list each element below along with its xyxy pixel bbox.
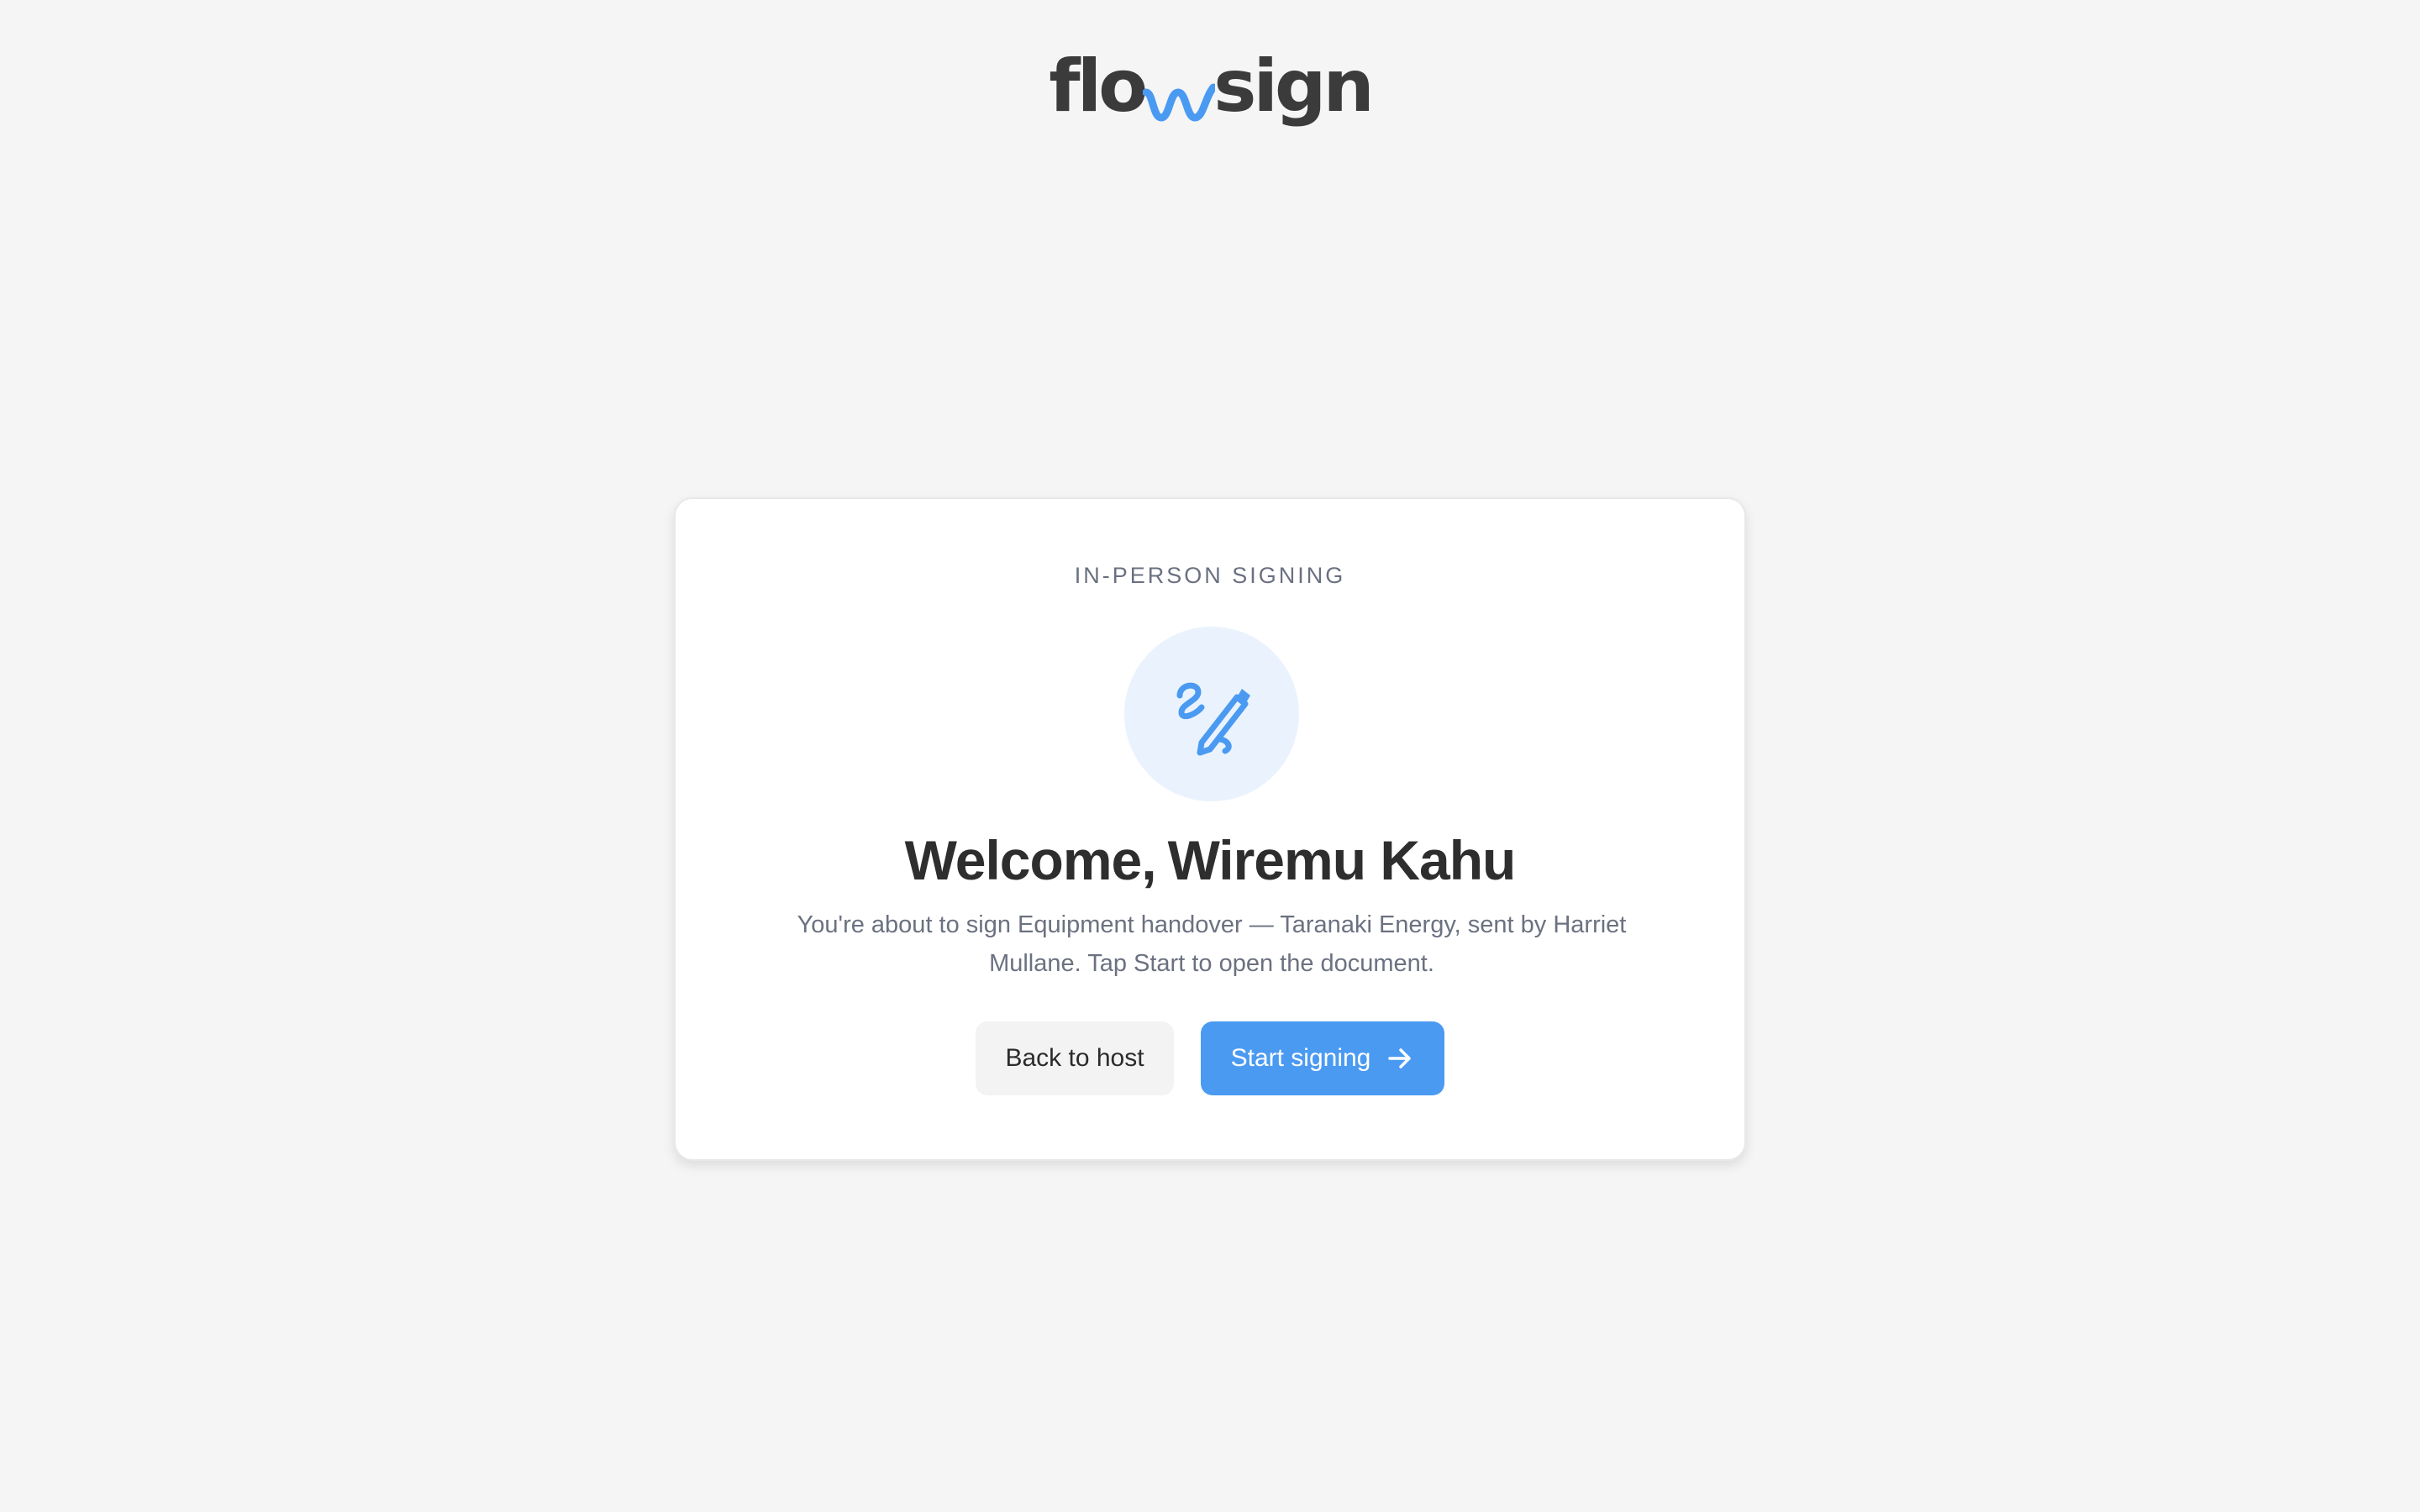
- greeting-text: Welcome,: [904, 829, 1157, 891]
- back-to-host-button[interactable]: Back to host: [976, 1021, 1174, 1095]
- flowsign-logo: flo sign: [1049, 45, 1374, 129]
- signing-page: flo sign IN-PERSON SIGNING Welcome, Wire…: [0, 0, 2420, 1512]
- eyebrow-label: IN-PERSON SIGNING: [1074, 563, 1346, 588]
- logo-text-left: flo: [1049, 45, 1148, 129]
- start-signing-label: Start signing: [1230, 1044, 1371, 1072]
- brand-header: flo sign: [0, 40, 2420, 133]
- action-buttons: Back to host Start signing: [676, 1021, 1744, 1095]
- signer-name: Wiremu Kahu: [1167, 829, 1517, 891]
- logo-text-right: sign: [1213, 45, 1374, 129]
- back-to-host-label: Back to host: [1005, 1044, 1144, 1072]
- signature-icon-badge: [1124, 627, 1299, 801]
- signature-pen-icon: [1176, 682, 1250, 756]
- arrow-right-icon: [1388, 1048, 1412, 1068]
- start-signing-button[interactable]: Start signing: [1201, 1021, 1444, 1095]
- wave-w-icon: [1142, 66, 1218, 122]
- signing-welcome-card: IN-PERSON SIGNING Welcome, Wiremu Kahu Yo…: [674, 497, 1746, 1161]
- welcome-heading: Welcome, Wiremu Kahu: [676, 828, 1744, 892]
- signing-description: You're about to sign Equipment handover …: [797, 911, 1627, 977]
